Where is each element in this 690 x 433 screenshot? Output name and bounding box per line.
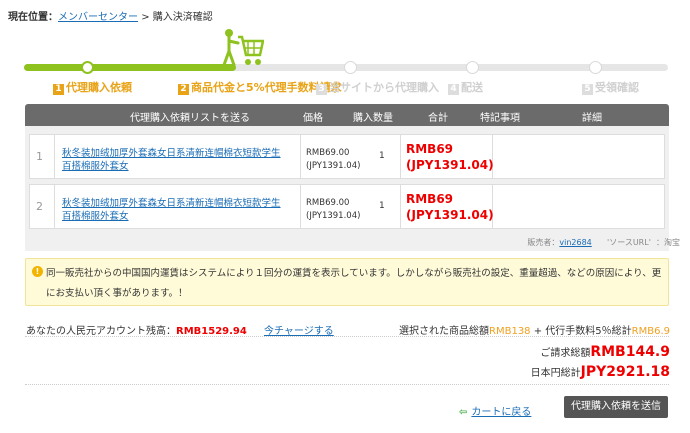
step-1-label: 代理購入依頼 <box>66 81 132 94</box>
info-icon: ! <box>32 266 43 277</box>
step-5: 5 受領確認 <box>582 79 639 95</box>
breadcrumb-label: 現在位置： <box>8 12 58 23</box>
step-dot-1 <box>81 61 94 74</box>
bill-total: ご請求総額RMB144.9 <box>540 344 670 360</box>
step-3: 3 当サイトから代理購入 <box>316 79 439 95</box>
shipping-notice: ! 同一販売社からの中国国内運賃はシステムにより１回分の運賃を表示しています。し… <box>25 258 669 306</box>
step-4: 4 配送 <box>448 79 483 95</box>
row-number: 1 <box>36 150 43 163</box>
total-jpy: (JPY1391.04) <box>406 158 494 172</box>
step-3-label: 当サイトから代理購入 <box>329 81 439 94</box>
col-details: 詳細 <box>582 113 602 124</box>
back-to-cart-label: カートに戻る <box>471 407 532 418</box>
quantity: 1 <box>379 201 385 211</box>
breadcrumb-separator: > <box>141 12 150 23</box>
seller-label: 販売者： <box>527 238 560 247</box>
table-row: 1 秋冬装加绒加厚外套森女日系清新连帽棉衣短款学生百搭棉服外套女 RMB69.0… <box>29 134 494 179</box>
row-total: RMB69 (JPY1391.04) <box>406 141 494 173</box>
row-notes-cell <box>493 134 665 179</box>
step-dot-4 <box>466 61 479 74</box>
step-1-number: 1 <box>53 84 64 95</box>
product-link[interactable]: 秋冬装加绒加厚外套森女日系清新连帽棉衣短款学生百搭棉服外套女 <box>62 147 288 173</box>
source-label: 'ソースURL' <box>607 238 651 247</box>
price-jpy: (JPY1391.04) <box>306 211 361 221</box>
seller-info: 販売者：vin2684 'ソースURL' ：淘宝 <box>527 237 680 248</box>
order-table-body: 1 秋冬装加绒加厚外套森女日系清新连帽棉衣短款学生百搭棉服外套女 RMB69.0… <box>25 126 669 251</box>
divider <box>400 185 401 228</box>
breadcrumb-current: 購入決済確認 <box>152 12 213 23</box>
account-balance: あなたの人民元アカウント残高：RMB1529.94 今チャージする <box>26 322 334 337</box>
notice-text: 同一販売社からの中国国内運賃はシステムにより１回分の運賃を表示しています。しかし… <box>46 268 662 299</box>
divider <box>300 185 301 228</box>
unit-price: RMB69.00 (JPY1391.04) <box>306 197 360 223</box>
submit-order-button[interactable]: 代理購入依頼を送信 <box>564 396 668 418</box>
divider <box>400 135 401 178</box>
col-items: 代理購入依頼リストを送る <box>130 113 250 124</box>
breadcrumb-member-center-link[interactable]: メンバーセンター <box>58 12 138 23</box>
bill-label: ご請求総額 <box>540 348 591 359</box>
step-5-number: 5 <box>582 84 593 95</box>
jpy-amount: JPY2921.18 <box>580 364 670 380</box>
jpy-label: 日本円総計 <box>530 368 581 379</box>
col-notes: 特記事項 <box>480 113 520 124</box>
order-table-header: 代理購入依頼リストを送る 価格 購入数量 合計 特記事項 詳細 <box>25 104 669 126</box>
product-link[interactable]: 秋冬装加绒加厚外套森女日系清新连帽棉衣短款学生百搭棉服外套女 <box>62 197 288 223</box>
price-rmb: RMB69.00 <box>306 148 350 158</box>
step-5-label: 受領確認 <box>595 81 639 94</box>
jpy-total: 日本円総計JPY2921.18 <box>531 364 670 380</box>
col-quantity: 購入数量 <box>353 113 393 124</box>
row-notes-cell <box>493 184 665 229</box>
arrow-left-icon: ⇦ <box>459 407 468 418</box>
step-dot-5 <box>589 61 602 74</box>
total-rmb: RMB69 <box>406 192 454 206</box>
col-total: 合計 <box>428 113 448 124</box>
unit-price: RMB69.00 (JPY1391.04) <box>306 147 360 173</box>
row-number: 2 <box>36 200 43 213</box>
divider <box>54 135 55 178</box>
source-value: ：淘宝 <box>656 238 680 247</box>
step-1: 1 代理購入依頼 <box>53 79 132 95</box>
total-rmb: RMB69 <box>406 142 454 156</box>
total-jpy: (JPY1391.04) <box>406 208 494 222</box>
divider <box>25 384 669 385</box>
step-3-number: 3 <box>316 84 327 95</box>
table-row: 2 秋冬装加绒加厚外套森女日系清新连帽棉衣短款学生百搭棉服外套女 RMB69.0… <box>29 184 494 229</box>
price-summary: 選択された商品総額RMB138 + 代行手数料5％総計RMB6.9 <box>399 322 670 337</box>
step-4-number: 4 <box>448 84 459 95</box>
price-jpy: (JPY1391.04) <box>306 161 361 171</box>
step-2-number: 2 <box>178 84 189 95</box>
price-rmb: RMB69.00 <box>306 198 350 208</box>
divider <box>54 185 55 228</box>
bill-amount: RMB144.9 <box>590 344 670 360</box>
quantity: 1 <box>379 151 385 161</box>
shopping-cart-icon <box>222 29 264 67</box>
divider <box>300 135 301 178</box>
back-to-cart-link[interactable]: ⇦ カートに戻る <box>459 403 531 418</box>
col-price: 価格 <box>303 113 323 124</box>
seller-link[interactable]: vin2684 <box>559 238 591 247</box>
row-total: RMB69 (JPY1391.04) <box>406 191 494 223</box>
breadcrumb: 現在位置：メンバーセンター > 購入決済確認 <box>8 8 213 23</box>
divider <box>25 336 669 337</box>
progress-fill <box>24 64 236 71</box>
step-4-label: 配送 <box>461 81 483 94</box>
step-dot-3 <box>344 61 357 74</box>
